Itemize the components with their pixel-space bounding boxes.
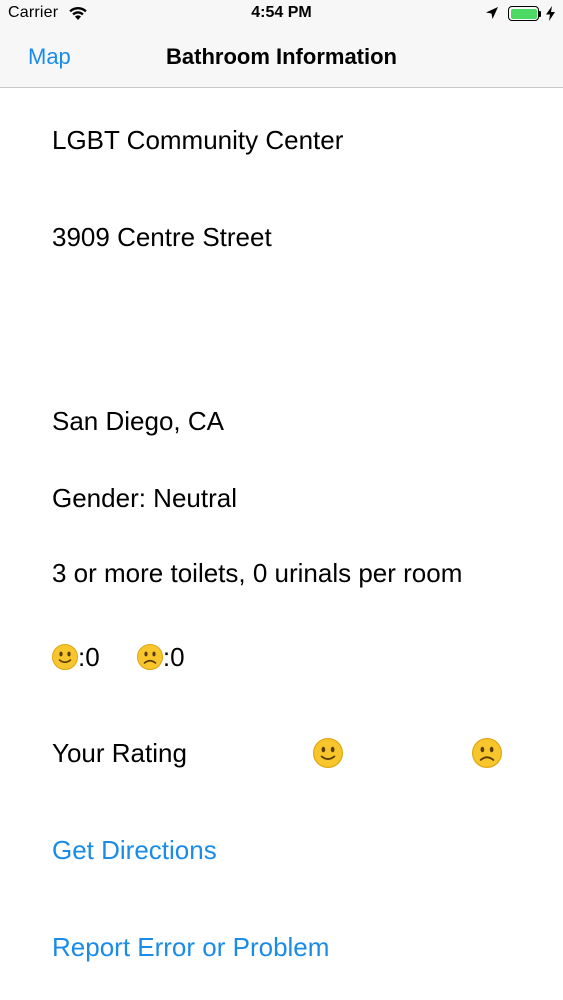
battery-icon (508, 6, 539, 21)
rate-sad-button[interactable] (472, 738, 502, 773)
bathroom-info-screen: Carrier 4:54 PM Map Bathroom Information… (0, 0, 563, 1000)
your-rating-label: Your Rating (52, 738, 187, 768)
downvote-count: :0 (162, 642, 185, 672)
location-arrow-icon (485, 6, 499, 25)
street-address: 3909 Centre Street (52, 222, 272, 252)
slightly-smiling-face-icon (313, 738, 343, 768)
battery-tip (539, 11, 541, 17)
rate-happy-button[interactable] (313, 738, 343, 773)
city-state: San Diego, CA (52, 406, 224, 436)
status-bar: Carrier 4:54 PM (0, 0, 563, 30)
clock-label: 4:54 PM (251, 4, 312, 21)
get-directions-link[interactable]: Get Directions (52, 834, 217, 866)
navigation-bar: Map Bathroom Information (0, 30, 563, 88)
page-title: Bathroom Information (166, 44, 397, 69)
bathroom-name: LGBT Community Center (52, 125, 344, 155)
gender-info: Gender: Neutral (52, 483, 237, 513)
report-problem-link[interactable]: Report Error or Problem (52, 931, 329, 963)
fixtures-info: 3 or more toilets, 0 urinals per room (52, 558, 463, 588)
rating-counts: :0 :0 (52, 641, 185, 673)
slightly-smiling-face-icon (52, 644, 78, 670)
charging-bolt-icon (546, 6, 555, 26)
frowning-face-icon (136, 644, 163, 670)
frowning-face-icon (472, 738, 502, 768)
upvote-count: :0 (78, 642, 100, 672)
